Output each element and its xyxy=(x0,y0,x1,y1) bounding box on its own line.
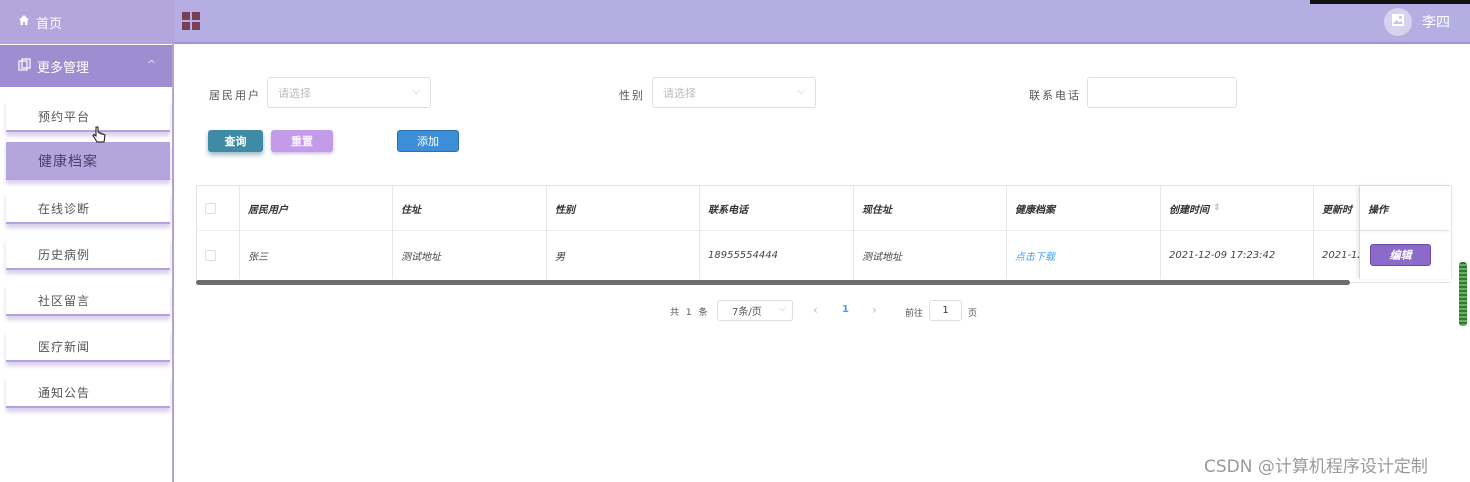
phone-filter-label: 联系电话 xyxy=(1029,89,1081,102)
sidebar: 首页 更多管理 ^ 预约平台 健康档案 在线诊断 历史病例 社区留言 医疗新闻 … xyxy=(0,0,174,482)
pagination-total: 共 1 条 xyxy=(670,308,710,318)
table-header-resident: 居民用户 xyxy=(240,186,393,231)
table-header-current-address: 现住址 xyxy=(854,186,1007,231)
query-button[interactable]: 查询 xyxy=(208,130,263,152)
sort-icon[interactable]: ⇕ xyxy=(1213,203,1221,213)
table-header-updated: 更新时 xyxy=(1314,186,1360,231)
sidebar-item-history-cases[interactable]: 历史病例 xyxy=(6,238,170,270)
sidebar-item-label: 在线诊断 xyxy=(38,201,91,216)
data-table: 居民用户 住址 性别 联系电话 现住址 健康档案 创建时间 ⇕ 更新时 操作 张… xyxy=(196,185,1452,283)
sidebar-item-label: 通知公告 xyxy=(38,385,91,400)
home-icon xyxy=(18,14,30,30)
sidebar-item-label: 预约平台 xyxy=(38,109,91,124)
chevron-down-icon: ⌵ xyxy=(412,86,420,97)
sidebar-item-appointment[interactable]: 预约平台 xyxy=(6,100,170,132)
hand-cursor-icon xyxy=(92,126,106,148)
table-header-checkbox[interactable] xyxy=(197,186,240,231)
sidebar-item-health-record[interactable]: 健康档案 xyxy=(6,142,170,180)
cell-resident: 张三 xyxy=(240,231,393,279)
sidebar-item-medical-news[interactable]: 医疗新闻 xyxy=(6,330,170,362)
prev-page-button[interactable]: ‹ xyxy=(813,303,818,317)
goto-page-input[interactable]: 1 xyxy=(929,300,962,321)
add-button[interactable]: 添加 xyxy=(397,130,459,152)
page-vertical-scrollbar[interactable] xyxy=(1459,262,1467,326)
copy-icon xyxy=(18,57,31,75)
cell-current-address: 测试地址 xyxy=(854,231,1007,279)
table-horizontal-scrollbar[interactable] xyxy=(196,280,1350,285)
cell-actions: 编辑 xyxy=(1360,231,1452,279)
cell-address: 测试地址 xyxy=(393,231,547,279)
grid-menu-icon[interactable] xyxy=(182,12,200,30)
top-header: 李四 xyxy=(174,0,1470,44)
reset-button[interactable]: 重置 xyxy=(271,130,333,152)
resident-select-placeholder: 请选择 xyxy=(278,86,311,100)
avatar[interactable] xyxy=(1384,8,1412,36)
watermark: CSDN @计算机程序设计定制 xyxy=(1204,457,1428,477)
table-header-health-record: 健康档案 xyxy=(1007,186,1161,231)
gender-select-placeholder: 请选择 xyxy=(663,86,696,100)
sidebar-item-label: 健康档案 xyxy=(38,154,98,170)
table-header-created-label: 创建时间 xyxy=(1169,204,1209,216)
sidebar-home-label: 首页 xyxy=(36,16,63,32)
goto-label: 前往 xyxy=(905,309,924,319)
table-header-gender: 性别 xyxy=(547,186,700,231)
sidebar-group-more[interactable]: 更多管理 ^ xyxy=(0,45,172,87)
sidebar-item-community-messages[interactable]: 社区留言 xyxy=(6,284,170,316)
next-page-button[interactable]: › xyxy=(872,303,877,317)
sidebar-home[interactable]: 首页 xyxy=(0,0,172,44)
row-checkbox-cell[interactable] xyxy=(197,231,240,279)
app-root: 首页 更多管理 ^ 预约平台 健康档案 在线诊断 历史病例 社区留言 医疗新闻 … xyxy=(0,0,1470,482)
table-header-actions: 操作 xyxy=(1360,186,1452,231)
cell-created: 2021-12-09 17:23:42 xyxy=(1161,231,1314,279)
gender-select[interactable]: 请选择 ⌵ xyxy=(652,77,816,108)
resident-filter-label: 居民用户 xyxy=(209,89,261,102)
chevron-up-icon: ^ xyxy=(146,58,156,71)
topbar-edge xyxy=(1310,0,1470,4)
chevron-down-icon: ⌵ xyxy=(797,86,805,97)
sidebar-group-label: 更多管理 xyxy=(37,60,90,76)
cell-gender: 男 xyxy=(547,231,700,279)
page-size-value: 7条/页 xyxy=(732,307,762,318)
chevron-down-icon: ⌵ xyxy=(779,304,786,314)
resident-select[interactable]: 请选择 ⌵ xyxy=(267,77,431,108)
table-header-phone: 联系电话 xyxy=(700,186,854,231)
table-header-address: 住址 xyxy=(393,186,547,231)
image-icon xyxy=(1391,13,1405,31)
page-size-select[interactable]: 7条/页 ⌵ xyxy=(717,300,793,321)
select-all-checkbox[interactable] xyxy=(205,202,216,214)
user-name[interactable]: 李四 xyxy=(1422,12,1450,32)
table-header-created[interactable]: 创建时间 ⇕ xyxy=(1161,186,1314,231)
current-page-number[interactable]: 1 xyxy=(842,304,849,315)
page-unit-label: 页 xyxy=(968,309,978,319)
sidebar-item-label: 历史病例 xyxy=(38,247,91,262)
phone-input[interactable] xyxy=(1087,77,1237,108)
sidebar-item-label: 医疗新闻 xyxy=(38,339,91,354)
sidebar-item-online-diagnosis[interactable]: 在线诊断 xyxy=(6,192,170,224)
cell-phone: 18955554444 xyxy=(700,231,854,279)
sidebar-item-notices[interactable]: 通知公告 xyxy=(6,376,170,408)
health-record-download-link[interactable]: 点击下载 xyxy=(1007,231,1161,279)
edit-button[interactable]: 编辑 xyxy=(1370,244,1431,266)
row-checkbox[interactable] xyxy=(205,249,216,261)
sidebar-item-label: 社区留言 xyxy=(38,293,91,308)
cell-updated: 2021-12 xyxy=(1314,231,1360,279)
gender-filter-label: 性别 xyxy=(619,89,645,102)
